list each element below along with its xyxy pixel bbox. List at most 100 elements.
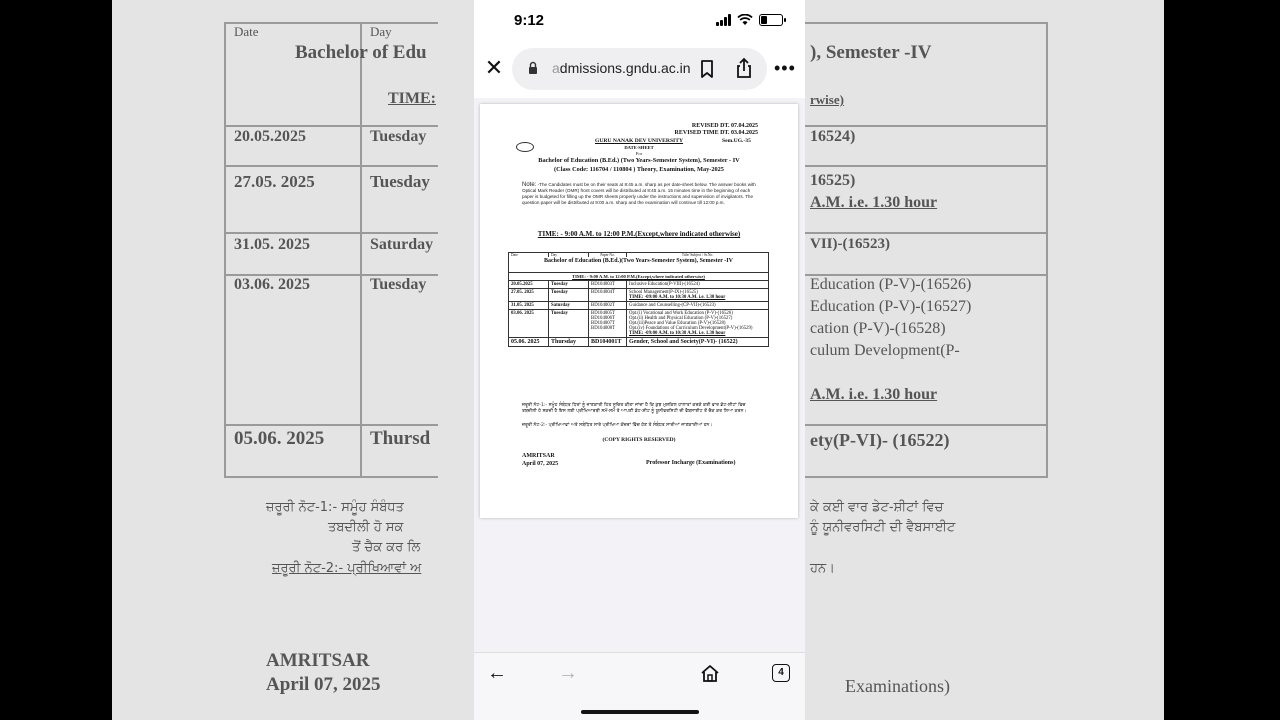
row-extra-time: TIME: -09:00 A.M. to 10:30 A.M. i.e. 1.3… <box>629 330 726 336</box>
bg-r2b: A.M. i.e. 1.30 hour <box>810 194 938 211</box>
bg-r4d: culum Development(P- <box>810 342 960 359</box>
cellular-signal-icon <box>716 14 731 26</box>
url-field[interactable]: admissions.gndu.ac.in <box>512 48 767 90</box>
table-time: TIME: - 9:00 A.M. to 12:00 P.M.(Except,w… <box>508 271 769 281</box>
bookmark-icon[interactable] <box>698 59 716 79</box>
row-date: 20.05.2025 <box>508 279 549 289</box>
forward-arrow-icon[interactable]: → <box>553 661 583 685</box>
bg-row-day: Tuesday <box>370 128 427 145</box>
bg-city: AMRITSAR <box>266 650 370 671</box>
wifi-icon <box>737 14 753 25</box>
bg-row-date: 20.05.2025 <box>234 128 306 145</box>
row-paper: BD104002T <box>588 300 627 310</box>
row-paper: BD104003T <box>588 279 627 289</box>
exam-time: TIME: - 9:00 A.M. to 12:00 P.M.(Except,w… <box>537 230 741 238</box>
close-icon[interactable]: ✕ <box>482 56 506 80</box>
table-row: 03.06. 2025 Tuesday BD104005T BD104006T … <box>508 308 769 338</box>
row-options-cell: Opt.(i) Vocational and Work Education (P… <box>626 308 769 338</box>
bg-row-date: 05.06. 2025 <box>234 428 325 449</box>
browser-address-bar: ✕ admissions.gndu.ac.in ••• <box>474 44 805 98</box>
bg-header-day: Day <box>370 24 392 39</box>
phone-screen: 9:12 ✕ admissions.gndu.ac.in ••• REVISED… <box>474 0 805 720</box>
table-row: 05.06. 2025 Thursday BD104001T Gender, S… <box>508 336 769 347</box>
issue-place: AMRITSAR April 07, 2025 <box>522 452 558 468</box>
background-left-panel: Date Day Bachelor of Edu TIME: 20.05.202… <box>112 0 438 720</box>
bg-note-2-right: ਹਨ। <box>810 561 835 576</box>
status-time: 9:12 <box>514 12 545 29</box>
row-day: Saturday <box>548 300 589 310</box>
background-right-panel: ), Semester -IV rwise) 16524) 16525) A.M… <box>805 0 1164 720</box>
punjabi-note-2: ਜ਼ਰੂਰੀ ਨੋਟ-2:- ਪ੍ਰੀਖਿਆਵਾਂ ਅਤੇ ਸਬੰਧਿਤ ਸਾਰ… <box>522 423 713 428</box>
bg-note-1b: ਤਬਦੀਲੀ ਹੋ ਸਕ <box>328 520 404 535</box>
pdf-page: REVISED DT. 07.04.2025 REVISED TIME DT. … <box>480 104 798 518</box>
back-arrow-icon[interactable]: ← <box>482 661 512 685</box>
row-date: 05.06. 2025 <box>508 336 549 347</box>
more-options-icon[interactable]: ••• <box>774 58 796 79</box>
bg-note-1c: ਤੋਂ ਚੈਕ ਕਰ ਲਿ <box>352 540 421 555</box>
row-day: Tuesday <box>548 279 589 289</box>
bg-r5: ety(P-VI)- (16522) <box>810 430 950 450</box>
browser-toolbar: ← → 4 <box>474 652 805 720</box>
bg-row-date: 27.05. 2025 <box>234 172 315 191</box>
share-icon[interactable] <box>734 57 754 79</box>
row-paper: BD104004T <box>588 287 627 302</box>
row-day: Tuesday <box>548 308 589 338</box>
battery-icon <box>759 14 786 26</box>
url-text: admissions.gndu.ac.in <box>552 60 691 76</box>
row-title-cell: School Management(P-IX)-(16525) TIME: -09… <box>626 287 769 302</box>
table-time-row: TIME: - 9:00 A.M. to 12:00 P.M.(Except,w… <box>508 271 769 281</box>
row-extra-time: TIME: -09:00 A.M. to 10:30 A.M. i.e. 1.3… <box>629 294 726 300</box>
bg-time: TIME: <box>388 90 436 107</box>
bg-time-right: rwise) <box>810 92 844 107</box>
row-title: Guidance and Counselling-(CP-VII)-(16523… <box>626 300 769 310</box>
url-text-faded: a <box>552 60 560 76</box>
table-row: 27.05. 2025 Tuesday BD104004T School Man… <box>508 287 769 302</box>
bg-row-day: Thursd <box>370 428 431 449</box>
bg-title-right: ), Semester -IV <box>810 42 932 63</box>
lock-icon <box>529 61 537 74</box>
revised-date: REVISED DT. 07.04.2025 <box>691 123 758 129</box>
bg-note-1: ਜ਼ਰੂਰੀ ਨੋਟ-1:- ਸਮੂੰਹ ਸੰਬੰਧਤ <box>266 500 404 515</box>
bg-sign-right: Examinations) <box>845 676 950 696</box>
url-text-main: dmissions.gndu.ac.in <box>559 60 691 76</box>
bg-r3: VII)-(16523) <box>810 236 890 252</box>
table-row: 20.05.2025 Tuesday BD104003T Inclusive E… <box>508 279 769 289</box>
status-icons <box>716 14 786 26</box>
home-icon[interactable] <box>700 664 720 683</box>
table-row: 31.05. 2025 Saturday BD104002T Guidance … <box>508 300 769 310</box>
home-indicator <box>581 710 699 714</box>
bg-row-day: Saturday <box>370 236 434 253</box>
instructions-note: Note: -The Candidates must be on their s… <box>522 182 760 206</box>
copyright-notice: (COPY RIGHTS RESERVED) <box>602 437 676 443</box>
row-day: Tuesday <box>548 287 589 302</box>
sem-code: Sem.UG.-35 <box>722 138 751 144</box>
bg-row-date: 31.05. 2025 <box>234 236 310 253</box>
row-paper: BD104008T <box>591 325 615 331</box>
bg-r4c: cation (P-V)-(16528) <box>810 320 946 337</box>
table-title: Bachelor of Education (B.Ed.)(Two Years-… <box>508 257 769 273</box>
row-title: Inclusive Education(P-VIII)-(16524) <box>626 279 769 289</box>
bg-r4e: A.M. i.e. 1.30 hour <box>810 386 938 403</box>
row-title: Gender, School and Society(P-VI)- (16522… <box>626 336 769 347</box>
bg-row-day: Tuesday <box>370 172 430 191</box>
tabs-button[interactable]: 4 <box>772 664 790 682</box>
bg-r2: 16525) <box>810 172 856 189</box>
bg-row-date: 03.06. 2025 <box>234 276 310 293</box>
bg-r1: 16524) <box>810 128 856 145</box>
program-title: Bachelor of Education (B.Ed.) (Two Years… <box>538 157 740 164</box>
date-sheet-table: Date Day Paper No. Title/ Subject / Sr.N… <box>508 252 769 347</box>
bg-header-date: Date <box>234 24 259 39</box>
row-date: 31.05. 2025 <box>508 300 549 310</box>
bg-title: Bachelor of Edu <box>295 42 427 63</box>
punjabi-note-1: ਜ਼ਰੂਰੀ ਨੋਟ-1:- ਸਮੂੰਹ ਸੰਬੰਧਤ ਧਿਰਾਂ ਨੂੰ ਜਾ… <box>522 403 747 414</box>
row-date: 27.05. 2025 <box>508 287 549 302</box>
city-name: AMRITSAR <box>522 453 555 459</box>
bg-note-1b-right: ਨੂੰ ਯੂਨੀਵਰਸਿਟੀ ਦੀ ਵੈਬਸਾਈਟ <box>810 520 956 535</box>
bg-note-2: ਜ਼ਰੂਰੀ ਨੋਟ-2:- ਪ੍ਰੀਖਿਆਵਾਂ ਅ <box>272 561 422 576</box>
university-name: GURU NANAK DEV UNIVERSITY <box>595 138 684 144</box>
signatory: Professor Incharge (Examinations) <box>646 460 736 466</box>
bg-r4b: Education (P-V)-(16527) <box>810 298 972 315</box>
date-sheet-label: DATE-SHEET <box>624 145 654 150</box>
bg-row-day: Tuesday <box>370 276 427 293</box>
row-date: 03.06. 2025 <box>508 308 549 338</box>
